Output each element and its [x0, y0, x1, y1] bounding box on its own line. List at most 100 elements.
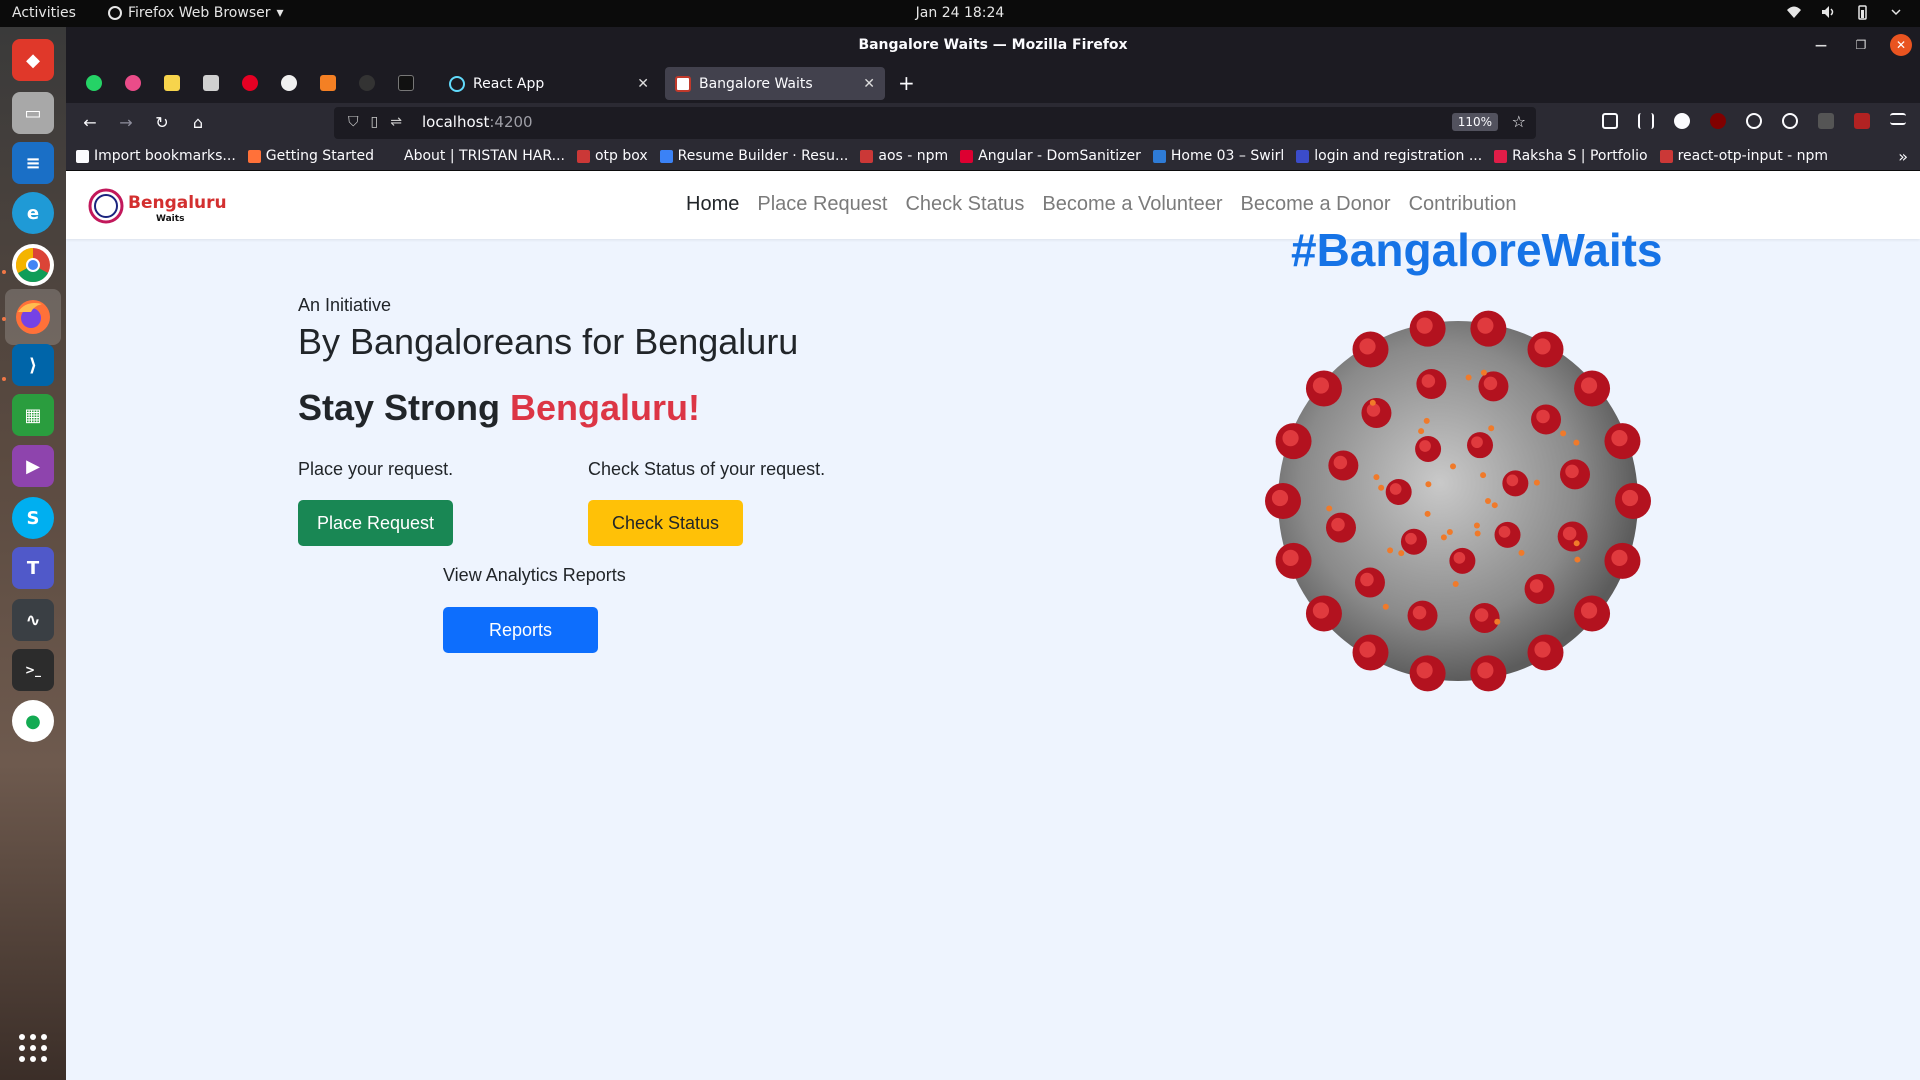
nav-check-status[interactable]: Check Status	[905, 193, 1024, 216]
bookmark-item[interactable]: react-otp-input - npm	[1659, 148, 1828, 164]
virus-protein-dot	[1491, 502, 1498, 509]
nav-contribution[interactable]: Contribution	[1409, 193, 1517, 216]
nav-become-volunteer[interactable]: Become a Volunteer	[1042, 193, 1222, 216]
libreoffice-calc-icon[interactable]: ▦	[12, 394, 54, 436]
system-tray[interactable]	[1786, 4, 1904, 20]
bookmark-item[interactable]: Raksha S | Portfolio	[1494, 148, 1648, 164]
check-status-button[interactable]: Check Status	[588, 500, 743, 546]
pinned-tab-pinterest[interactable]	[230, 71, 269, 95]
mongodb-compass-icon[interactable]: ●	[12, 700, 54, 742]
virus-spike-highlight	[1419, 440, 1431, 452]
libreoffice-writer-icon[interactable]: ≡	[12, 142, 54, 184]
reload-button[interactable]: ↻	[152, 113, 172, 132]
pinned-tab-dark[interactable]	[347, 71, 386, 95]
firefox-dock-icon[interactable]	[5, 289, 61, 345]
pinned-tab-github[interactable]	[269, 71, 308, 95]
forward-button[interactable]: →	[116, 113, 136, 132]
virus-spike-highlight	[1360, 572, 1374, 587]
pinned-tab-tex[interactable]	[152, 71, 191, 95]
close-tab-icon[interactable]: ✕	[863, 76, 875, 92]
extension-red-icon[interactable]	[1854, 113, 1870, 129]
bookmark-item[interactable]: Getting Started	[247, 148, 374, 164]
terminal-icon[interactable]: >_	[12, 649, 54, 691]
extension-x-icon[interactable]	[1818, 113, 1834, 129]
system-monitor-icon[interactable]: ∿	[12, 599, 54, 641]
nav-home[interactable]: Home	[686, 193, 739, 216]
nav-place-request[interactable]: Place Request	[757, 193, 887, 216]
teams-icon[interactable]: T	[12, 547, 54, 589]
site-nav-links: Home Place Request Check Status Become a…	[686, 193, 1516, 216]
tab-react-app[interactable]: React App ✕	[439, 67, 659, 100]
minimize-button[interactable]: —	[1810, 34, 1832, 56]
zoom-level-indicator[interactable]: 110%	[1451, 113, 1498, 131]
url-text[interactable]: localhost:4200	[422, 113, 533, 131]
dev-icon	[397, 75, 414, 91]
ublock-origin-icon[interactable]	[1710, 113, 1726, 129]
place-request-button[interactable]: Place Request	[298, 500, 453, 546]
pinned-tab-dribbble[interactable]	[113, 71, 152, 95]
bookmark-item[interactable]: Resume Builder · Resu...	[659, 148, 848, 164]
home-button[interactable]: ⌂	[188, 113, 208, 132]
extension-circle-icon[interactable]	[1782, 113, 1798, 129]
virus-spike-highlight	[1534, 338, 1551, 355]
permissions-icon[interactable]: ⇌	[390, 114, 402, 130]
bookmark-item[interactable]: Import bookmarks...	[76, 148, 236, 164]
react-devtools-icon[interactable]	[1746, 113, 1762, 129]
pinned-tab-stackoverflow[interactable]	[308, 71, 347, 95]
chrome-icon[interactable]	[12, 244, 54, 286]
virus-protein-dot	[1369, 399, 1376, 406]
pinned-tab-whatsapp[interactable]	[74, 71, 113, 95]
virus-spike-highlight	[1506, 474, 1519, 487]
virus-spike-highlight	[1359, 338, 1376, 355]
bookmark-item[interactable]: Home 03 – Swirl	[1152, 148, 1285, 164]
url-bar[interactable]: ⛉ ▯ ⇌ localhost:4200 110% ☆	[334, 107, 1536, 139]
bookmark-item[interactable]: aos - npm	[860, 148, 948, 164]
anydesk-icon[interactable]: ◆	[12, 39, 54, 81]
tex-icon	[163, 75, 180, 91]
reports-button[interactable]: Reports	[443, 607, 598, 653]
pinned-tab-dev[interactable]	[386, 71, 425, 95]
clock[interactable]: Jan 24 18:24	[0, 5, 1920, 21]
bookmark-label: Home 03 – Swirl	[1170, 148, 1285, 164]
bengaluru-waits-logo[interactable]: Bengaluru Waits	[86, 186, 246, 226]
bookmark-star-icon[interactable]: ☆	[1512, 112, 1526, 131]
close-tab-icon[interactable]: ✕	[637, 76, 649, 92]
window-titlebar[interactable]: Bangalore Waits — Mozilla Firefox — ❐ ✕	[66, 27, 1920, 63]
more-bookmarks-icon[interactable]: »	[1898, 147, 1908, 166]
tracking-shield-icon[interactable]: ⛉	[348, 114, 359, 130]
analytics-label: View Analytics Reports	[443, 565, 626, 585]
virus-spike-highlight	[1453, 551, 1466, 564]
virus-spike-highlight	[1477, 662, 1494, 679]
pocket-icon[interactable]	[1602, 113, 1618, 129]
page-info-icon[interactable]: ▯	[371, 114, 379, 130]
virus-protein-dot	[1423, 417, 1430, 424]
virus-protein-dot	[1378, 484, 1385, 491]
bookmark-item[interactable]: otp box	[576, 148, 648, 164]
library-icon[interactable]	[1638, 113, 1654, 129]
pinned-tab-codesandbox[interactable]	[191, 71, 230, 95]
bookmark-item[interactable]: About | TRISTAN HAR...	[386, 148, 565, 164]
bookmark-item[interactable]: login and registration ...	[1296, 148, 1482, 164]
virus-protein-dot	[1518, 549, 1525, 556]
vscode-icon[interactable]: ⟩	[12, 344, 54, 386]
close-window-button[interactable]: ✕	[1890, 34, 1912, 56]
new-tab-button[interactable]: +	[898, 71, 915, 95]
hamburger-menu-icon[interactable]	[1890, 113, 1906, 125]
virus-protein-dot	[1494, 618, 1501, 625]
virus-spike-highlight	[1562, 526, 1577, 541]
files-icon[interactable]: ▭	[12, 92, 54, 134]
running-indicator	[2, 270, 6, 274]
back-button[interactable]: ←	[80, 113, 100, 132]
edge-beta-icon[interactable]: e	[12, 192, 54, 234]
bookmark-item[interactable]: Angular - DomSanitizer	[960, 148, 1141, 164]
skype-icon[interactable]: S	[12, 497, 54, 539]
maximize-button[interactable]: ❐	[1850, 34, 1872, 56]
extension-d-icon[interactable]	[1674, 113, 1690, 129]
pinterest-icon	[241, 75, 258, 91]
virus-protein-dot	[1326, 505, 1333, 512]
tab-bangalore-waits[interactable]: Bangalore Waits ✕	[665, 67, 885, 100]
nav-become-donor[interactable]: Become a Donor	[1241, 193, 1391, 216]
firefox-window: Bangalore Waits — Mozilla Firefox — ❐ ✕ …	[66, 27, 1920, 1080]
show-applications-icon[interactable]	[19, 1034, 47, 1062]
video-player-icon[interactable]: ▶	[12, 445, 54, 487]
